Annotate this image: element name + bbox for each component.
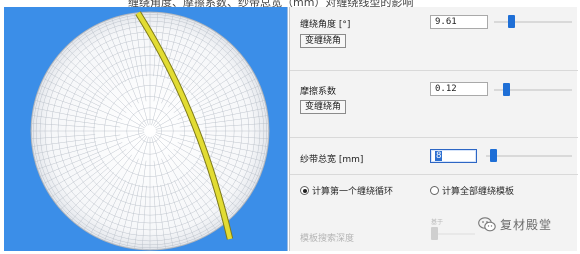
change-winding-angle-button[interactable]: 变缠绕角	[300, 34, 347, 48]
bandwidth-label: 纱带总宽 [mm]	[300, 155, 364, 165]
change-winding-angle-button-2[interactable]: 变缠绕角	[300, 100, 347, 114]
radio-first-cycle-dot[interactable]	[300, 186, 309, 195]
pole-center	[147, 128, 153, 134]
bandwidth-input[interactable]: 8	[430, 149, 477, 163]
friction-label: 摩擦系数	[300, 87, 337, 97]
radio-all-templates[interactable]: 计算全部缠绕模板	[430, 184, 514, 197]
template-depth-tick: 基于	[431, 219, 444, 226]
divider-2	[290, 137, 578, 138]
friction-slider[interactable]	[494, 83, 572, 97]
winding-angle-slider-thumb[interactable]	[508, 15, 515, 28]
winding-angle-input[interactable]: 9.61	[430, 15, 488, 29]
friction-slider-thumb[interactable]	[503, 83, 510, 96]
sphere-wireframe	[30, 11, 270, 251]
bandwidth-slider[interactable]	[486, 149, 572, 163]
bandwidth-input-selection: 8	[435, 151, 443, 161]
watermark: 复材殿堂	[478, 216, 552, 233]
winding-angle-label: 缠绕角度 [°]	[300, 20, 351, 30]
radio-first-cycle[interactable]: 计算第一个缠绕循环	[300, 184, 393, 197]
watermark-text: 复材殿堂	[500, 218, 553, 232]
wechat-icon	[478, 217, 496, 232]
winding-angle-slider-track	[494, 21, 572, 23]
radio-all-templates-dot[interactable]	[430, 186, 439, 195]
radio-all-templates-label: 计算全部缠绕模板	[442, 187, 515, 197]
parameter-panel: 缠绕角度 [°] 9.61 变缠绕角 摩擦系数 0.12 变缠绕角 纱带总宽 […	[289, 7, 578, 251]
template-depth-slider[interactable]	[431, 227, 475, 241]
bandwidth-slider-thumb[interactable]	[490, 149, 497, 162]
sphere-viewport[interactable]	[4, 7, 288, 251]
divider-1	[290, 70, 578, 71]
winding-angle-slider[interactable]	[494, 15, 572, 29]
bandwidth-slider-track	[486, 155, 572, 157]
divider-3	[290, 174, 578, 175]
friction-input[interactable]: 0.12	[430, 82, 488, 96]
radio-first-cycle-label: 计算第一个缠绕循环	[312, 187, 394, 197]
template-depth-label: 模板搜索深度	[300, 234, 355, 244]
template-depth-slider-thumb[interactable]	[431, 227, 438, 240]
